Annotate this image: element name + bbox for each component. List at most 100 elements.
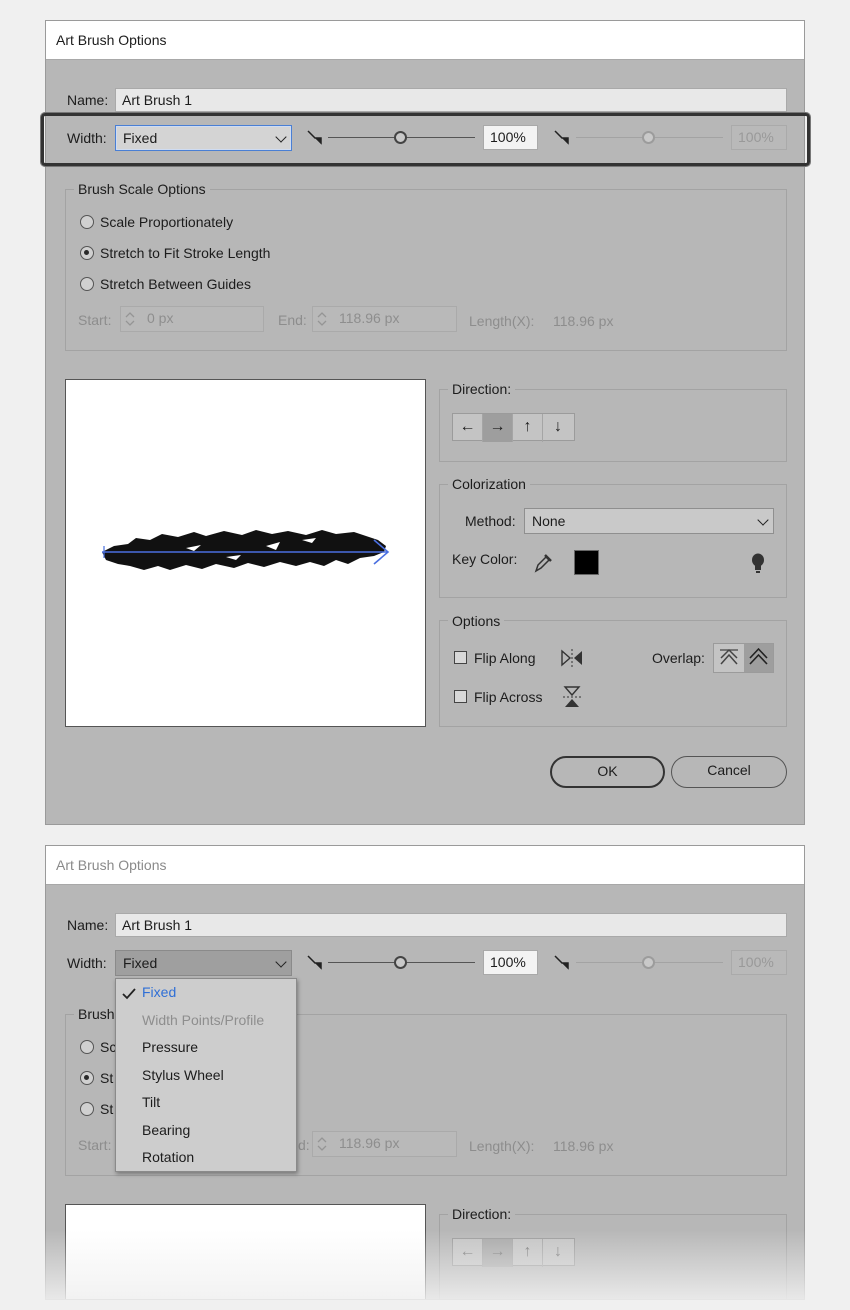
overlap-none-icon [749, 647, 768, 665]
chevron-down-icon [757, 514, 769, 526]
width-slider-knob[interactable] [394, 131, 407, 144]
length-value: 118.96 px [553, 1138, 614, 1154]
end-field[interactable]: 118.96 px [312, 1131, 457, 1157]
art-brush-options-dialog: Art Brush Options Name: Art Brush 1 Widt… [41, 20, 810, 825]
stretch-between-guides-radio[interactable] [80, 277, 94, 291]
width-select[interactable]: Fixed [115, 950, 292, 976]
end-stepper-icon[interactable] [316, 1135, 328, 1153]
checkmark-icon [122, 988, 136, 1000]
end-value: 118.96 px [339, 1135, 400, 1151]
menu-item-bearing[interactable]: Bearing [142, 1122, 190, 1138]
start-label: Start: [78, 1137, 112, 1153]
start-field[interactable]: 0 px [120, 306, 264, 332]
flip-across-icon [563, 686, 581, 707]
colorization-title: Colorization [448, 476, 530, 492]
scale-proportionately-label[interactable]: Sc [100, 1039, 116, 1055]
start-stepper-icon[interactable] [124, 310, 136, 328]
stretch-to-fit-radio[interactable] [80, 1071, 94, 1085]
end-label: End: [278, 312, 307, 328]
width-label: Width: [67, 130, 107, 146]
flip-along-checkbox[interactable] [454, 651, 467, 664]
bottom-fade-overlay [0, 1230, 850, 1310]
stretch-between-guides-label[interactable]: St [100, 1101, 113, 1117]
overlap-adjust-icon[interactable] [714, 644, 744, 672]
options-group [439, 620, 787, 727]
variation-icon [554, 955, 569, 970]
width-slider-knob[interactable] [394, 956, 407, 969]
scale-proportionately-radio[interactable] [80, 1040, 94, 1054]
end-stepper-icon[interactable] [316, 310, 328, 328]
chevron-down-icon [275, 131, 287, 143]
menu-item-fixed[interactable]: Fixed [142, 984, 176, 1000]
tips-lightbulb-icon[interactable] [750, 552, 766, 574]
start-label: Start: [78, 312, 112, 328]
menu-item-pressure[interactable]: Pressure [142, 1039, 198, 1055]
stretch-to-fit-radio[interactable] [80, 246, 94, 260]
end-value: 118.96 px [339, 310, 400, 326]
flip-along-label[interactable]: Flip Along [474, 650, 535, 666]
stretch-to-fit-label[interactable]: St [100, 1070, 113, 1086]
brush-scale-options-title: Brush [74, 1006, 119, 1022]
variation-slider-knob[interactable] [642, 131, 655, 144]
length-value: 118.96 px [553, 313, 614, 329]
flip-along-icon [561, 649, 582, 667]
variation-slider-knob[interactable] [642, 956, 655, 969]
key-color-swatch[interactable] [574, 550, 599, 575]
flip-across-label[interactable]: Flip Across [474, 689, 542, 705]
menu-item-stylus-wheel[interactable]: Stylus Wheel [142, 1067, 224, 1083]
end-label: d: [298, 1137, 310, 1153]
start-value: 0 px [147, 310, 174, 326]
brush-scale-options-title: Brush Scale Options [74, 181, 210, 197]
name-label: Name: [67, 92, 109, 108]
name-field[interactable]: Art Brush 1 [115, 913, 787, 937]
eyedropper-icon[interactable] [532, 552, 554, 574]
key-color-label: Key Color: [452, 551, 518, 567]
dialog-titlebar: Art Brush Options [46, 21, 804, 60]
method-select-value: None [532, 513, 566, 529]
stretch-between-guides-radio[interactable] [80, 1102, 94, 1116]
scale-proportionately-radio[interactable] [80, 215, 94, 229]
length-label: Length(X): [469, 1138, 535, 1154]
brush-preview [65, 379, 426, 727]
stretch-to-fit-label[interactable]: Stretch to Fit Stroke Length [100, 245, 270, 261]
width-dropdown-menu: Fixed Width Points/Profile Pressure Styl… [115, 978, 297, 1172]
brush-stroke-preview [102, 530, 390, 570]
variation-icon [554, 130, 569, 145]
options-title: Options [448, 613, 505, 629]
overlap-label: Overlap: [652, 650, 705, 666]
scale-proportionately-label[interactable]: Scale Proportionately [100, 214, 233, 230]
dialog-title: Art Brush Options [56, 32, 167, 48]
overlap-none-button[interactable] [744, 644, 773, 672]
chevron-down-icon [275, 956, 287, 968]
end-field[interactable]: 118.96 px [312, 306, 457, 332]
direction-down-button[interactable]: ↓ [543, 414, 573, 442]
direction-up-button[interactable]: ↑ [513, 414, 543, 442]
width-select-value: Fixed [123, 955, 158, 971]
stretch-between-guides-label[interactable]: Stretch Between Guides [100, 276, 251, 292]
direction-right-button[interactable]: → [483, 414, 513, 442]
dialog-title: Art Brush Options [56, 857, 167, 873]
name-label: Name: [67, 917, 109, 933]
width-select-value: Fixed [123, 130, 158, 146]
menu-item-tilt[interactable]: Tilt [142, 1094, 160, 1110]
direction-title: Direction: [448, 381, 516, 397]
pen-pressure-icon [307, 130, 322, 145]
width-percent-field[interactable]: 100% [483, 950, 538, 975]
variation-percent-field[interactable]: 100% [731, 950, 787, 975]
menu-item-rotation[interactable]: Rotation [142, 1149, 194, 1165]
ok-button[interactable]: OK [550, 756, 665, 788]
method-select[interactable]: None [524, 508, 774, 534]
direction-left-button[interactable]: ← [453, 414, 483, 442]
variation-percent-field[interactable]: 100% [731, 125, 787, 150]
overlap-button-group [713, 643, 774, 673]
flip-across-checkbox[interactable] [454, 690, 467, 703]
width-label: Width: [67, 955, 107, 971]
cancel-button[interactable]: Cancel [671, 756, 787, 788]
menu-item-width-points-profile: Width Points/Profile [142, 1012, 265, 1028]
width-select[interactable]: Fixed [115, 125, 292, 151]
length-label: Length(X): [469, 313, 535, 329]
colorization-group [439, 484, 787, 598]
name-field[interactable]: Art Brush 1 [115, 88, 787, 112]
direction-button-group: ← → ↑ ↓ [452, 413, 575, 442]
width-percent-field[interactable]: 100% [483, 125, 538, 150]
